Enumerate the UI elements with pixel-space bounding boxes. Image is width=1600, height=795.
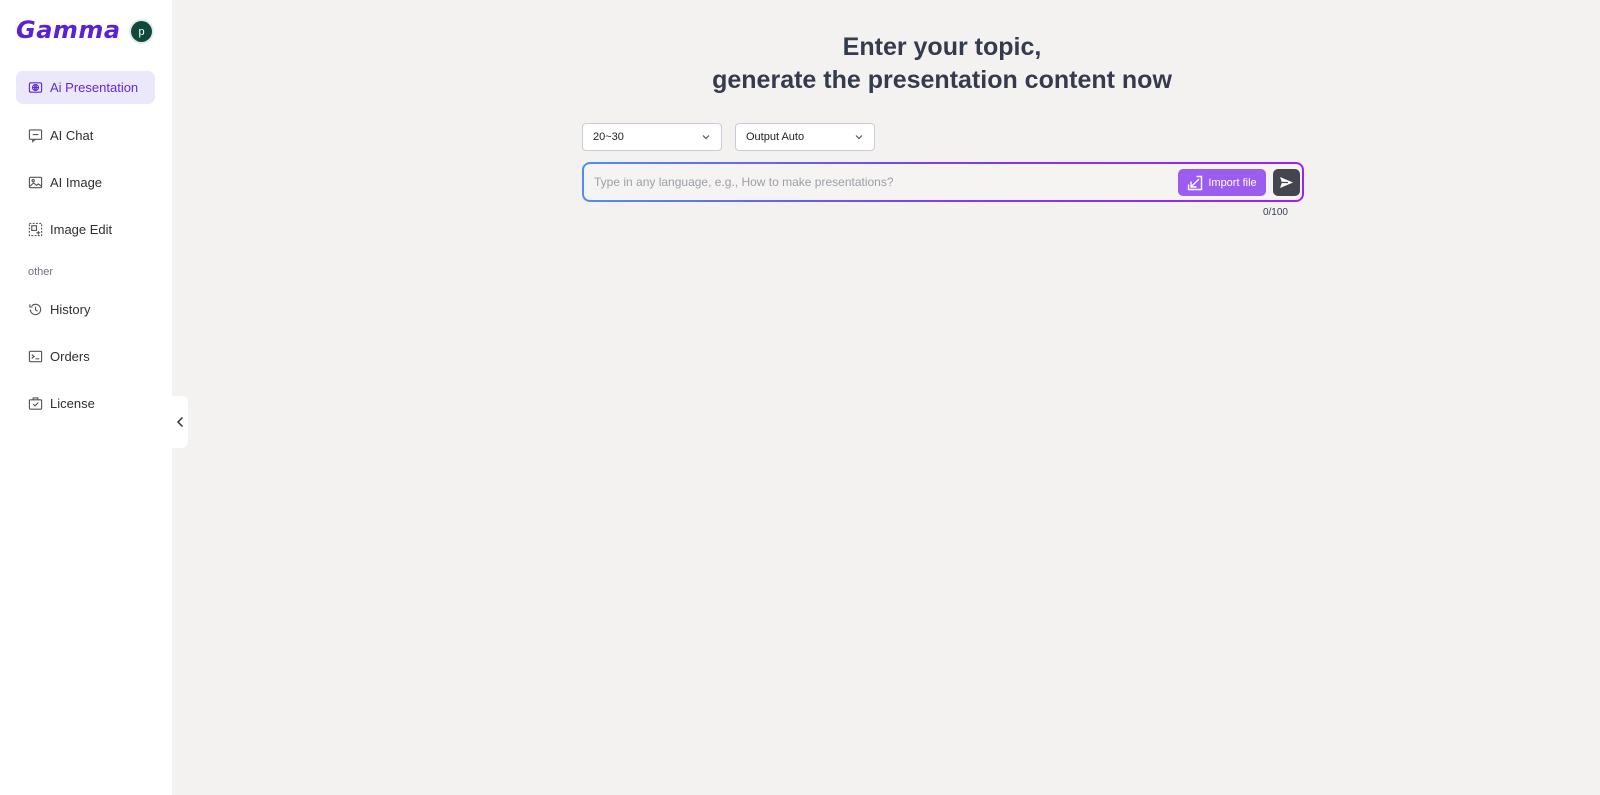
page-title-line-1: Enter your topic, (842, 33, 1042, 61)
topic-input[interactable] (592, 164, 1152, 200)
section-label-other: other (28, 266, 54, 278)
history-icon (28, 302, 43, 317)
avatar[interactable]: p (131, 21, 152, 42)
topic-input-inner: Import file (584, 164, 1302, 200)
page-count-select[interactable]: 20~30 (582, 123, 722, 151)
sidebar-item-label: History (50, 302, 91, 317)
chevron-down-icon (854, 132, 864, 142)
sidebar-item-license[interactable]: License (16, 387, 155, 420)
sidebar-item-ai-image[interactable]: AI Image (16, 166, 155, 199)
send-button[interactable] (1273, 169, 1300, 196)
import-file-label: Import file (1208, 176, 1257, 189)
sidebar-item-label: AI Image (50, 175, 103, 190)
output-select[interactable]: Output Auto (735, 123, 875, 151)
import-file-button[interactable]: Import file (1178, 169, 1266, 196)
sidebar-item-label: Ai Presentation (50, 80, 139, 95)
sidebar-item-label: AI Chat (50, 128, 94, 143)
import-icon (1187, 175, 1203, 191)
chat-icon (28, 128, 43, 143)
sidebar-item-label: Orders (50, 349, 90, 364)
chevron-left-icon (176, 416, 184, 428)
output-select-value: Output Auto (746, 131, 805, 143)
logo[interactable]: Gamma (16, 16, 121, 44)
send-icon (1279, 176, 1294, 189)
sidebar-item-label: Image Edit (50, 222, 113, 237)
sidebar-item-ai-chat[interactable]: AI Chat (16, 119, 155, 152)
sidebar-item-image-edit[interactable]: Image Edit (16, 213, 155, 246)
sidebar-item-history[interactable]: History (16, 293, 155, 326)
sidebar: Gamma p Ai Presentation AI Chat AI Image… (0, 0, 172, 795)
sidebar-item-label: License (50, 396, 95, 411)
sidebar-item-orders[interactable]: Orders (16, 340, 155, 373)
orders-icon (28, 349, 43, 364)
page-title-line-2: generate the presentation content now (712, 66, 1172, 94)
page-count-select-value: 20~30 (593, 131, 624, 143)
sidebar-item-ai-presentation[interactable]: Ai Presentation (16, 71, 155, 104)
chevron-down-icon (701, 132, 711, 142)
topic-input-container: Import file (582, 162, 1304, 202)
image-edit-icon (28, 222, 43, 237)
image-icon (28, 175, 43, 190)
collapse-sidebar-button[interactable] (172, 396, 188, 448)
license-icon (28, 396, 43, 411)
globe-grid-icon (28, 80, 43, 95)
character-counter: 0/100 (1262, 207, 1288, 218)
